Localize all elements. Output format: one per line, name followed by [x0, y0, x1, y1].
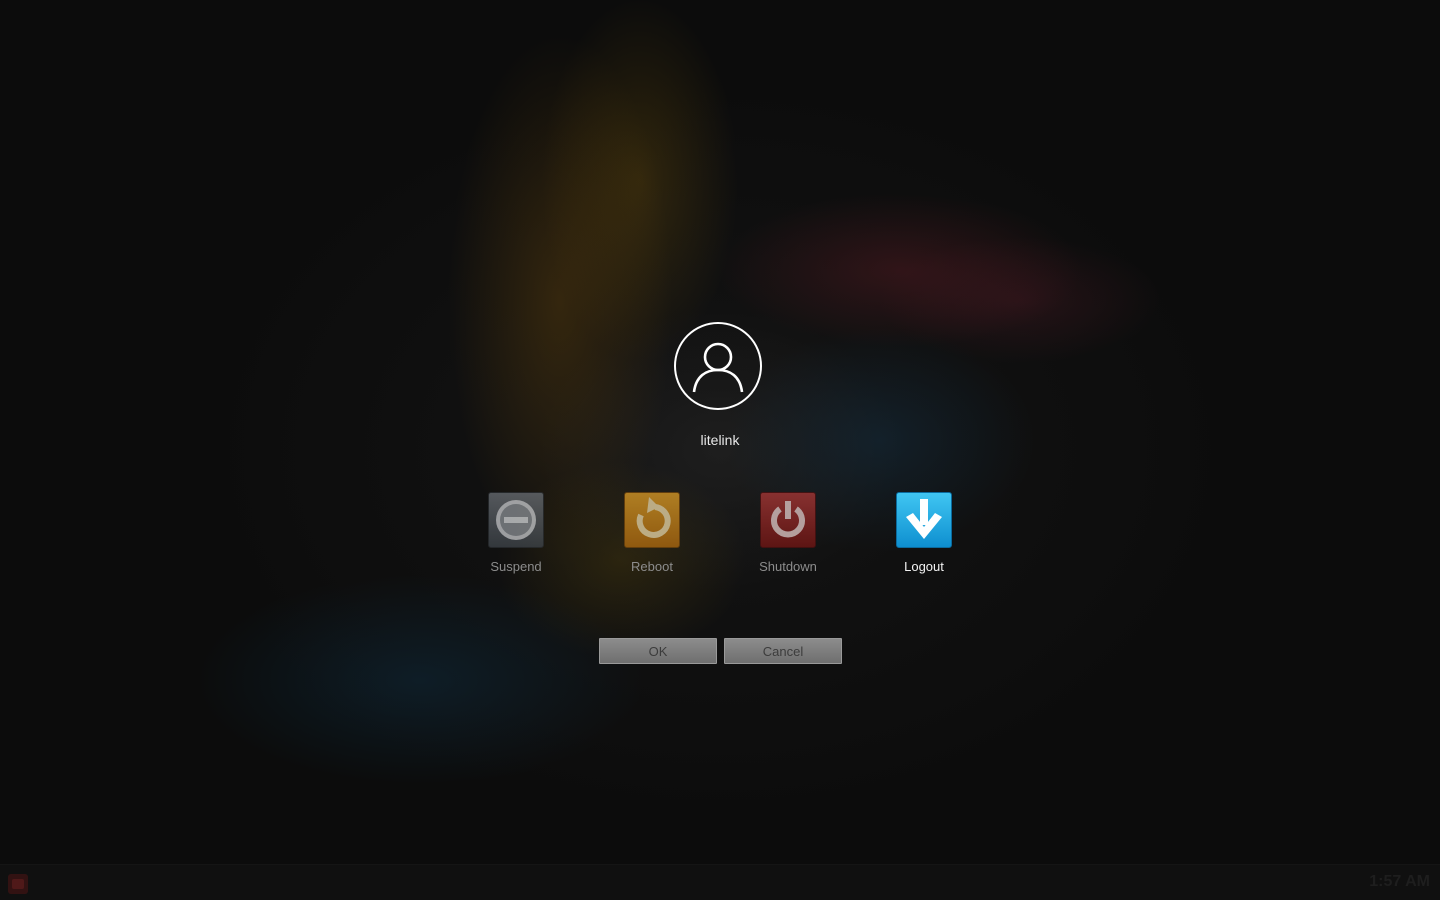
logout-screen: litelink Suspend Reboot Shutdown Logout … — [0, 0, 1440, 900]
suspend-action[interactable]: Suspend — [466, 492, 566, 574]
shutdown-label: Shutdown — [759, 559, 817, 574]
reboot-action[interactable]: Reboot — [602, 492, 702, 574]
username-label: litelink — [700, 432, 740, 448]
wallpaper — [0, 0, 1440, 900]
ok-button[interactable]: OK — [599, 638, 717, 664]
suspend-label: Suspend — [490, 559, 542, 574]
suspend-icon[interactable] — [488, 492, 544, 548]
session-actions: Suspend Reboot Shutdown Logout — [0, 492, 1440, 582]
reboot-label: Reboot — [631, 559, 673, 574]
taskbar: 1:57 AM — [0, 864, 1440, 900]
taskbar-clock: 1:57 AM — [1369, 873, 1430, 890]
user-avatar — [674, 322, 762, 410]
user-silhouette-icon — [692, 342, 744, 393]
logout-label: Logout — [904, 559, 944, 574]
app-menu-icon[interactable] — [8, 874, 28, 894]
power-icon[interactable] — [760, 492, 816, 548]
reboot-icon[interactable] — [624, 492, 680, 548]
cancel-button[interactable]: Cancel — [724, 638, 842, 664]
logout-action[interactable]: Logout — [874, 492, 974, 574]
logout-arrow-icon[interactable] — [896, 492, 952, 548]
shutdown-action[interactable]: Shutdown — [738, 492, 838, 574]
